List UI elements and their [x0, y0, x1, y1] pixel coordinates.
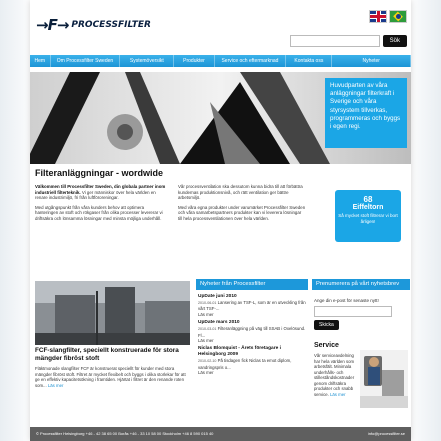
intro-column-left: Välkommen till Processfilter Sweden, din…: [35, 184, 167, 222]
brazil-flag-icon[interactable]: [389, 10, 407, 23]
feature-text: Fläktmonade slangfilter FCF är konstruer…: [35, 366, 187, 388]
service-image: [360, 350, 408, 408]
footer-contacts: © Processfilter Helsingborg +46 - 42 38 …: [36, 431, 214, 436]
promo-box[interactable]: 68 Eiffeltorn Så mycket stoft filtrerar …: [335, 190, 401, 242]
logo-mark-icon: →F→: [36, 16, 69, 34]
footer-email-link[interactable]: info@processfilter.se: [368, 427, 405, 441]
language-selector: [369, 10, 407, 23]
page-title: Filteranläggningar - wordwide: [35, 168, 164, 178]
search-input[interactable]: [289, 35, 380, 47]
feature-image[interactable]: [35, 281, 190, 345]
news-item-text: 2010-03-01 Filteranläggning på väg till …: [198, 326, 306, 338]
news-list: UpDate juni 2010 2010-06-01 Lansering av …: [198, 294, 306, 379]
service-title: Service: [314, 342, 339, 349]
nav-item-om-processfilter-sweden[interactable]: Om Processfilter Sweden: [51, 55, 121, 67]
hero-text-box: Huvudparten av våra anläggningar filterk…: [325, 78, 407, 148]
news-item: UpDate mars 2010 2010-03-01 Filteranläggn…: [198, 320, 306, 343]
page-canvas: →F→ PROCESSFILTER Sök Hem Om Processfilte…: [30, 0, 411, 441]
nav-item-kontakta-oss[interactable]: Kontakta oss: [286, 55, 333, 67]
news-item-date: 2010-06-01: [198, 301, 217, 305]
service-text: Vår serviceavdelning har hela världen so…: [314, 353, 358, 397]
service-read-more-link[interactable]: Läs mer: [330, 392, 346, 397]
news-read-more-link[interactable]: Läs mer: [198, 312, 306, 317]
intro-paragraph: Med våra egna produkter under varumärket…: [178, 204, 306, 221]
newsletter-heading: Prenumerera på vårt nyhetsbrev: [312, 279, 410, 290]
main-nav: Hem Om Processfilter Sweden Systemöversikt…: [30, 55, 411, 67]
feature-title[interactable]: FCF-slangfilter, speciellt konstruerade …: [35, 347, 195, 362]
promo-text: Så mycket stoft filtrerar vi bort årlige…: [338, 213, 398, 224]
uk-flag-icon[interactable]: [369, 10, 387, 23]
news-read-more-link[interactable]: Läs mer: [198, 370, 306, 375]
promo-unit: Eiffeltorn: [352, 204, 384, 211]
logo-text: PROCESSFILTER: [71, 20, 151, 30]
search-bar: Sök: [289, 35, 407, 47]
news-heading: Nyheter från Processfilter: [196, 279, 308, 290]
intro-paragraph: Med utgångspunkt från våra kunders behov…: [35, 204, 163, 221]
intro-paragraph: Vår processventilation ska dessutom kunn…: [178, 184, 303, 201]
newsletter-email-input[interactable]: [314, 306, 392, 317]
news-item-date: 2010-03-01: [198, 327, 217, 332]
news-item: Niclas Blomquist - Årets företagare i He…: [198, 346, 306, 375]
newsletter-submit-button[interactable]: Skicka: [314, 320, 339, 330]
nav-item-service-och-eftermarknad[interactable]: Service och eftermarknad: [215, 55, 287, 67]
intro-column-right: Vår processventilation ska dessutom kunn…: [178, 184, 306, 222]
search-button[interactable]: Sök: [382, 35, 407, 47]
nav-item-hem[interactable]: Hem: [30, 55, 51, 67]
page: →F→ PROCESSFILTER Sök Hem Om Processfilte…: [0, 0, 441, 441]
service-body: Vår serviceavdelning har hela världen so…: [314, 353, 355, 397]
nav-item-nyheter[interactable]: Nyheter: [332, 55, 411, 67]
nav-item-produkter[interactable]: Produkter: [174, 55, 215, 67]
news-item-title[interactable]: Niclas Blomquist - Årets företagare i He…: [198, 346, 306, 358]
news-item-text: 2010-02-10 På tisdagen fick Niclas ta em…: [198, 358, 306, 370]
site-logo[interactable]: →F→ PROCESSFILTER: [36, 16, 151, 34]
news-item-date: 2010-02-10: [198, 359, 217, 364]
news-item: UpDate juni 2010 2010-06-01 Lansering av …: [198, 294, 306, 317]
footer: © Processfilter Helsingborg +46 - 42 38 …: [30, 427, 411, 441]
news-read-more-link[interactable]: Läs mer: [198, 338, 306, 343]
hero-banner: Huvudparten av våra anläggningar filterk…: [30, 72, 411, 164]
nav-item-systemöversikt[interactable]: Systemöversikt: [120, 55, 175, 67]
feature-read-more-link[interactable]: Läs mer: [48, 383, 64, 388]
newsletter-label: Ange din e-post för senaste nytt!: [314, 298, 379, 303]
news-item-text: 2010-06-01 Lansering av TSF-L, som är en…: [198, 300, 306, 312]
promo-number: 68: [363, 195, 373, 204]
